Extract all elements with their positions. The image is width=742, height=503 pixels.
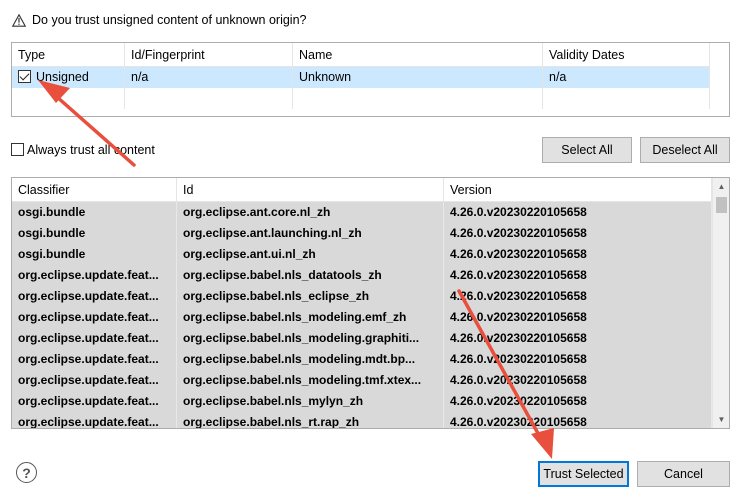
cancel-button[interactable]: Cancel xyxy=(637,461,730,487)
row-version: 4.26.0.v20230220105658 xyxy=(444,307,712,328)
row-id: org.eclipse.babel.nls_modeling.mdt.bp... xyxy=(177,349,444,370)
column-header-validity-dates[interactable]: Validity Dates xyxy=(543,43,710,67)
row-id: org.eclipse.ant.launching.nl_zh xyxy=(177,223,444,244)
row-id: org.eclipse.babel.nls_modeling.tmf.xtex.… xyxy=(177,370,444,391)
row-id: org.eclipse.babel.nls_datatools_zh xyxy=(177,265,444,286)
row-classifier: osgi.bundle xyxy=(12,244,177,265)
column-header-type[interactable]: Type xyxy=(12,43,125,67)
row-classifier: org.eclipse.update.feat... xyxy=(12,328,177,349)
row-classifier: org.eclipse.update.feat... xyxy=(12,391,177,412)
column-header-version[interactable]: Version xyxy=(444,178,712,202)
row-version: 4.26.0.v20230220105658 xyxy=(444,202,712,223)
row-version: 4.26.0.v20230220105658 xyxy=(444,265,712,286)
column-header-classifier[interactable]: Classifier xyxy=(12,178,177,202)
row-classifier: org.eclipse.update.feat... xyxy=(12,286,177,307)
trust-selected-button[interactable]: Trust Selected xyxy=(538,461,629,487)
row-classifier: org.eclipse.update.feat... xyxy=(12,307,177,328)
row-version: 4.26.0.v20230220105658 xyxy=(444,349,712,370)
deselect-all-button[interactable]: Deselect All xyxy=(640,137,730,163)
select-all-button[interactable]: Select All xyxy=(542,137,632,163)
row-id: org.eclipse.babel.nls_rt.rap_zh xyxy=(177,412,444,428)
scrollbar-thumb[interactable] xyxy=(716,197,727,213)
trust-question: Do you trust unsigned content of unknown… xyxy=(32,13,307,27)
scroll-down-icon[interactable]: ▼ xyxy=(713,411,729,428)
vertical-scrollbar[interactable]: ▲ ▼ xyxy=(712,178,729,428)
table-row[interactable]: org.eclipse.update.feat... org.eclipse.ba… xyxy=(12,265,712,286)
always-trust-label: Always trust all content xyxy=(27,143,155,157)
scroll-up-icon[interactable]: ▲ xyxy=(713,178,729,195)
row-version: 4.26.0.v20230220105658 xyxy=(444,223,712,244)
row-classifier: org.eclipse.update.feat... xyxy=(12,370,177,391)
row-id: org.eclipse.ant.ui.nl_zh xyxy=(177,244,444,265)
content-table[interactable]: Classifier Id Version osgi.bundle org.ecl… xyxy=(11,177,730,429)
table-row[interactable]: org.eclipse.update.feat... org.eclipse.ba… xyxy=(12,328,712,349)
row-version: 4.26.0.v20230220105658 xyxy=(444,391,712,412)
row-version: 4.26.0.v20230220105658 xyxy=(444,286,712,307)
row-classifier: org.eclipse.update.feat... xyxy=(12,265,177,286)
table-row[interactable]: org.eclipse.update.feat... org.eclipse.ba… xyxy=(12,391,712,412)
column-header-id[interactable]: Id xyxy=(177,178,444,202)
trust-table[interactable]: Type Id/Fingerprint Name Validity Dates … xyxy=(11,42,730,117)
help-icon[interactable]: ? xyxy=(16,462,37,483)
content-table-header: Classifier Id Version xyxy=(12,178,712,202)
trust-row-unsigned[interactable]: Unsigned n/a Unknown n/a xyxy=(12,67,710,88)
table-row[interactable]: org.eclipse.update.feat... org.eclipse.ba… xyxy=(12,370,712,391)
table-row[interactable]: osgi.bundle org.eclipse.ant.core.nl_zh 4.2… xyxy=(12,202,712,223)
table-row[interactable]: osgi.bundle org.eclipse.ant.launching.nl_… xyxy=(12,223,712,244)
trust-empty-row xyxy=(12,88,710,109)
table-row[interactable]: org.eclipse.update.feat... org.eclipse.ba… xyxy=(12,286,712,307)
row-version: 4.26.0.v20230220105658 xyxy=(444,328,712,349)
row-id: org.eclipse.babel.nls_eclipse_zh xyxy=(177,286,444,307)
row-version: 4.26.0.v20230220105658 xyxy=(444,412,712,428)
row-classifier: osgi.bundle xyxy=(12,223,177,244)
row-classifier: osgi.bundle xyxy=(12,202,177,223)
always-trust-checkbox[interactable] xyxy=(11,142,24,156)
trust-table-header: Type Id/Fingerprint Name Validity Dates xyxy=(12,43,710,67)
table-row[interactable]: org.eclipse.update.feat... org.eclipse.ba… xyxy=(12,412,712,428)
row-id: org.eclipse.babel.nls_mylyn_zh xyxy=(177,391,444,412)
row-classifier: org.eclipse.update.feat... xyxy=(12,349,177,370)
row-classifier: org.eclipse.update.feat... xyxy=(12,412,177,428)
table-row[interactable]: org.eclipse.update.feat... org.eclipse.ba… xyxy=(12,349,712,370)
column-header-id-fingerprint[interactable]: Id/Fingerprint xyxy=(125,43,293,67)
row-version: 4.26.0.v20230220105658 xyxy=(444,244,712,265)
table-row[interactable]: osgi.bundle org.eclipse.ant.ui.nl_zh 4.26.… xyxy=(12,244,712,265)
warning-message: Do you trust unsigned content of unknown… xyxy=(12,13,306,27)
column-header-name[interactable]: Name xyxy=(293,43,543,67)
row-id: org.eclipse.babel.nls_modeling.graphiti.… xyxy=(177,328,444,349)
table-row[interactable]: org.eclipse.update.feat... org.eclipse.ba… xyxy=(12,307,712,328)
trust-row-type: Unsigned xyxy=(36,70,89,84)
row-id: org.eclipse.babel.nls_modeling.emf_zh xyxy=(177,307,444,328)
trust-row-name: Unknown xyxy=(293,67,543,88)
always-trust-option[interactable]: Always trust all content xyxy=(11,142,155,157)
trust-row-id: n/a xyxy=(125,67,293,88)
trust-row-validity: n/a xyxy=(543,67,710,88)
trust-row-checkbox[interactable] xyxy=(18,70,31,84)
content-table-body: osgi.bundle org.eclipse.ant.core.nl_zh 4.2… xyxy=(12,202,712,428)
warning-icon xyxy=(12,13,26,27)
row-version: 4.26.0.v20230220105658 xyxy=(444,370,712,391)
row-id: org.eclipse.ant.core.nl_zh xyxy=(177,202,444,223)
